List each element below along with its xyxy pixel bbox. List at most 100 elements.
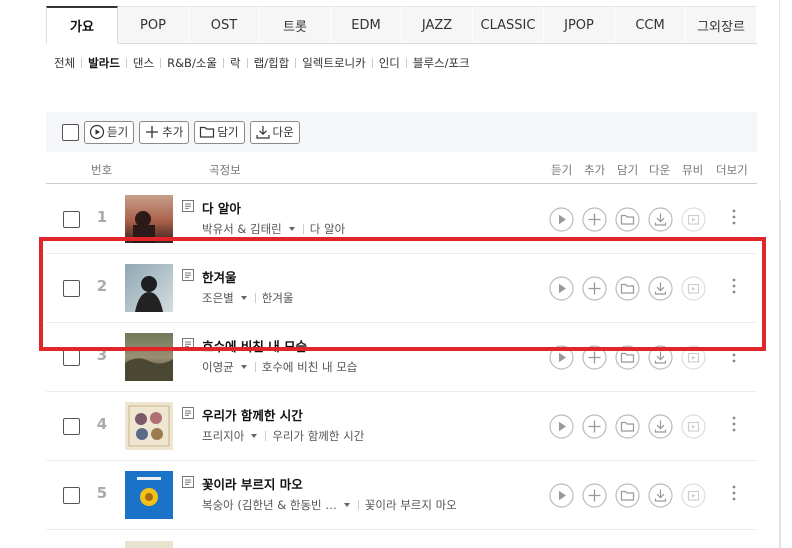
download-selected-button[interactable]: 다운	[249, 120, 300, 144]
album-cover[interactable]	[125, 333, 173, 381]
tab-pop[interactable]: POP	[118, 6, 189, 43]
play-button[interactable]	[549, 483, 574, 508]
sub-genre-blues-folk[interactable]: 블루스/포크	[413, 55, 470, 71]
song-title[interactable]: 다 알아	[202, 198, 241, 217]
mv-button[interactable]	[681, 414, 706, 439]
save-button[interactable]	[615, 207, 640, 232]
add-button[interactable]	[582, 207, 607, 232]
play-icon	[549, 483, 574, 508]
add-button[interactable]	[582, 276, 607, 301]
album-name[interactable]: 호수에 비친 내 모습	[262, 359, 358, 375]
add-button[interactable]	[582, 414, 607, 439]
save-selected-button[interactable]: 담기	[194, 120, 245, 144]
row-checkbox[interactable]	[63, 418, 80, 435]
artist-name[interactable]: 프리지아	[202, 428, 244, 444]
song-title[interactable]: 우리가 함께한 시간	[202, 405, 303, 424]
lyrics-icon[interactable]	[181, 199, 195, 213]
tab-edm[interactable]: EDM	[331, 6, 402, 43]
sub-genre-electronica[interactable]: 일렉트로니카	[302, 55, 365, 71]
artist-dropdown-icon[interactable]	[240, 296, 247, 300]
artist-name[interactable]: 조은별	[202, 290, 234, 306]
download-button[interactable]	[648, 414, 673, 439]
download-button[interactable]	[648, 276, 673, 301]
download-button[interactable]	[648, 207, 673, 232]
col-song-info: 곡정보	[209, 163, 241, 177]
tab-trot[interactable]: 트롯	[260, 6, 331, 43]
more-options-icon[interactable]	[729, 345, 739, 365]
download-button[interactable]	[648, 345, 673, 370]
add-selected-button[interactable]: 추가	[139, 120, 190, 144]
song-meta: 복숭아 (김한년 & 한동빈 … 꽃이라 부르지 마오	[202, 497, 457, 513]
select-all-checkbox[interactable]	[62, 123, 79, 141]
mv-button[interactable]	[681, 276, 706, 301]
row-checkbox[interactable]	[63, 349, 80, 366]
album-name[interactable]: 꽃이라 부르지 마오	[365, 497, 457, 513]
row-checkbox[interactable]	[63, 211, 80, 228]
artist-name[interactable]: 박유서 & 김태린	[202, 221, 282, 237]
song-title[interactable]: 한겨울	[202, 267, 237, 286]
folder-icon	[615, 345, 640, 370]
mv-button[interactable]	[681, 483, 706, 508]
plus-icon	[582, 483, 607, 508]
sub-genre-rock[interactable]: 락	[230, 55, 241, 71]
tab-classic[interactable]: CLASSIC	[473, 6, 544, 43]
more-options-icon[interactable]	[729, 207, 739, 227]
album-name[interactable]: 한겨울	[262, 290, 294, 306]
more-options-icon[interactable]	[729, 483, 739, 503]
play-button[interactable]	[549, 276, 574, 301]
mv-button[interactable]	[681, 207, 706, 232]
lyrics-icon[interactable]	[181, 406, 195, 420]
sub-genre-rnb[interactable]: R&B/소울	[167, 55, 217, 71]
mv-button[interactable]	[681, 345, 706, 370]
lyrics-icon[interactable]	[181, 475, 195, 489]
sub-genre-ballad[interactable]: 발라드	[88, 55, 120, 71]
lyrics-icon[interactable]	[181, 268, 195, 282]
sub-genre-hiphop[interactable]: 랩/힙합	[254, 55, 290, 71]
tab-jazz[interactable]: JAZZ	[402, 6, 473, 43]
tab-other-genres[interactable]: 그외장르	[686, 6, 757, 43]
row-checkbox[interactable]	[63, 280, 80, 297]
play-button[interactable]	[549, 414, 574, 439]
save-button[interactable]	[615, 345, 640, 370]
download-icon	[648, 207, 673, 232]
save-button[interactable]	[615, 414, 640, 439]
add-button[interactable]	[582, 345, 607, 370]
album-cover[interactable]	[125, 471, 173, 519]
more-options-icon[interactable]	[729, 276, 739, 296]
tab-ost[interactable]: OST	[189, 6, 260, 43]
album-cover[interactable]	[125, 264, 173, 312]
tab-jpop[interactable]: JPOP	[544, 6, 615, 43]
artist-dropdown-icon[interactable]	[343, 503, 350, 507]
play-button[interactable]	[549, 345, 574, 370]
album-cover[interactable]	[125, 402, 173, 450]
play-selected-button[interactable]: 듣기	[84, 120, 135, 144]
artist-dropdown-icon[interactable]	[251, 434, 258, 438]
artist-dropdown-icon[interactable]	[240, 365, 247, 369]
artist-dropdown-icon[interactable]	[288, 227, 295, 231]
album-name[interactable]: 우리가 함께한 시간	[272, 428, 364, 444]
sub-genre-indie[interactable]: 인디	[379, 55, 400, 71]
artist-name[interactable]: 이영균	[202, 359, 234, 375]
song-title[interactable]: 호수에 비친 내 모습	[202, 336, 307, 355]
sub-genre-dance[interactable]: 댄스	[133, 55, 154, 71]
divider	[81, 58, 83, 68]
sub-genre-all[interactable]: 전체	[54, 55, 75, 71]
play-icon	[549, 276, 574, 301]
divider	[302, 224, 304, 234]
save-button[interactable]	[615, 276, 640, 301]
artist-name[interactable]: 복숭아 (김한년 & 한동빈 …	[202, 497, 337, 513]
tab-ccm[interactable]: CCM	[615, 6, 686, 43]
table-row: 4 우리가 함께한 시간 프리지아 우리가 함께한 시간	[46, 392, 757, 461]
play-button[interactable]	[549, 207, 574, 232]
save-button[interactable]	[615, 483, 640, 508]
add-button[interactable]	[582, 483, 607, 508]
more-options-icon[interactable]	[729, 414, 739, 434]
tab-kpop[interactable]: 가요	[46, 6, 118, 44]
download-button[interactable]	[648, 483, 673, 508]
row-checkbox[interactable]	[63, 487, 80, 504]
download-icon	[648, 345, 673, 370]
lyrics-icon[interactable]	[181, 337, 195, 351]
album-cover[interactable]	[125, 195, 173, 243]
song-title[interactable]: 꽃이라 부르지 마오	[202, 474, 303, 493]
album-name[interactable]: 다 알아	[310, 221, 345, 237]
